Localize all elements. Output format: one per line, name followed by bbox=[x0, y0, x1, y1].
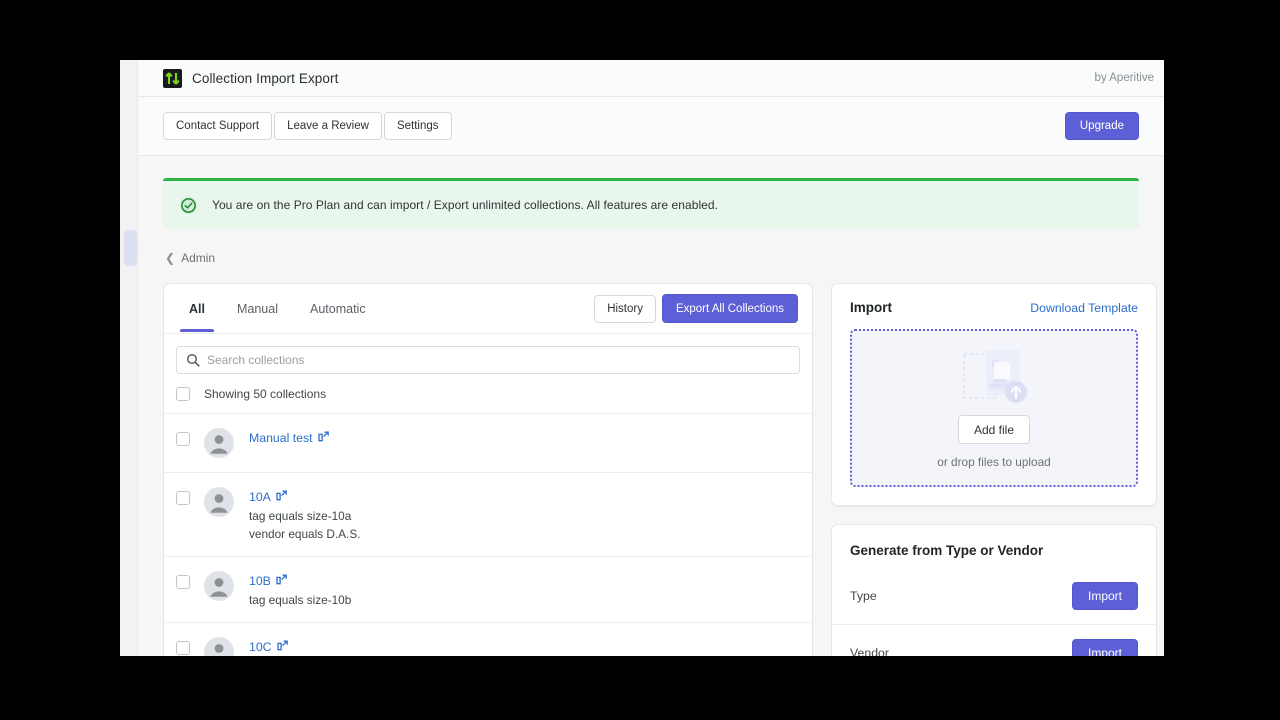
drop-files-hint: or drop files to upload bbox=[937, 455, 1050, 469]
history-button[interactable]: History bbox=[594, 295, 656, 323]
search-icon bbox=[186, 353, 200, 372]
table-row[interactable]: 10C bbox=[164, 623, 812, 656]
external-link-icon bbox=[277, 640, 288, 654]
app-title: Collection Import Export bbox=[192, 71, 338, 86]
check-circle-icon bbox=[179, 196, 198, 215]
tab-automatic[interactable]: Automatic bbox=[301, 286, 375, 331]
action-bar: Contact Support Leave a Review Settings … bbox=[138, 97, 1164, 156]
type-label: Type bbox=[850, 589, 877, 603]
table-row[interactable]: Manual test bbox=[164, 414, 812, 473]
collection-link[interactable]: 10C bbox=[249, 640, 288, 654]
plan-status-banner: You are on the Pro Plan and can import /… bbox=[163, 178, 1139, 229]
table-row[interactable]: 10B bbox=[164, 557, 812, 623]
collection-title: 10A bbox=[249, 490, 271, 504]
download-template-link[interactable]: Download Template bbox=[1030, 301, 1138, 315]
left-rail bbox=[120, 60, 138, 656]
drawer-handle[interactable] bbox=[124, 230, 137, 266]
file-upload-icon bbox=[946, 347, 1042, 411]
collections-tabs: All Manual Automatic History Export All … bbox=[164, 284, 812, 334]
generate-row-type: Type Import bbox=[832, 568, 1156, 624]
collection-title: 10B bbox=[249, 574, 271, 588]
settings-button[interactable]: Settings bbox=[384, 112, 452, 140]
avatar bbox=[204, 637, 234, 656]
collections-card: All Manual Automatic History Export All … bbox=[163, 283, 813, 656]
row-checkbox[interactable] bbox=[176, 491, 190, 505]
row-checkbox[interactable] bbox=[176, 641, 190, 655]
search-box[interactable] bbox=[176, 346, 800, 374]
import-card: Import Download Template bbox=[831, 283, 1157, 506]
row-content: 10B bbox=[249, 571, 351, 608]
export-all-collections-button[interactable]: Export All Collections bbox=[662, 294, 798, 323]
upgrade-button[interactable]: Upgrade bbox=[1065, 112, 1139, 140]
collection-link[interactable]: Manual test bbox=[249, 431, 329, 445]
side-column: Import Download Template bbox=[831, 283, 1157, 656]
app-viewport: Collection Import Export by Aperitive Co… bbox=[120, 60, 1164, 656]
import-card-header: Import Download Template bbox=[850, 300, 1138, 315]
table-row[interactable]: 10A bbox=[164, 473, 812, 557]
app-header: Collection Import Export by Aperitive bbox=[138, 60, 1164, 97]
file-dropzone[interactable]: Add file or drop files to upload bbox=[850, 329, 1138, 487]
add-file-button[interactable]: Add file bbox=[958, 415, 1030, 444]
leave-a-review-button[interactable]: Leave a Review bbox=[274, 112, 382, 140]
import-title: Import bbox=[850, 300, 892, 315]
showing-count-label: Showing 50 collections bbox=[204, 387, 326, 401]
generate-card-header: Generate from Type or Vendor bbox=[832, 525, 1156, 568]
collection-rule: tag equals size-10a bbox=[249, 509, 360, 524]
app-byline: by Aperitive bbox=[1095, 72, 1164, 84]
import-vendor-button[interactable]: Import bbox=[1072, 639, 1138, 657]
page-column: Collection Import Export by Aperitive Co… bbox=[138, 60, 1164, 656]
tab-all[interactable]: All bbox=[180, 286, 214, 331]
collection-title: Manual test bbox=[249, 431, 313, 445]
avatar bbox=[204, 571, 234, 601]
chevron-left-icon: ❮ bbox=[165, 252, 175, 264]
row-content: 10A bbox=[249, 487, 360, 542]
import-export-arrows-icon bbox=[163, 69, 182, 88]
generate-card: Generate from Type or Vendor Type Import… bbox=[831, 524, 1157, 656]
external-link-icon bbox=[318, 431, 329, 445]
plan-status-message: You are on the Pro Plan and can import /… bbox=[212, 198, 718, 212]
search-input[interactable] bbox=[207, 353, 799, 367]
collections-column: All Manual Automatic History Export All … bbox=[163, 283, 813, 656]
select-all-checkbox[interactable] bbox=[176, 387, 190, 401]
collection-rule: vendor equals D.A.S. bbox=[249, 527, 360, 542]
external-link-icon bbox=[276, 490, 287, 504]
import-type-button[interactable]: Import bbox=[1072, 582, 1138, 610]
breadcrumb[interactable]: ❮ Admin bbox=[165, 251, 215, 265]
screenshot-root: Collection Import Export by Aperitive Co… bbox=[0, 0, 1280, 720]
row-content: Manual test bbox=[249, 428, 329, 447]
breadcrumb-label: Admin bbox=[181, 251, 215, 265]
generate-row-vendor: Vendor Import bbox=[832, 624, 1156, 656]
collection-link[interactable]: 10A bbox=[249, 490, 287, 504]
row-checkbox[interactable] bbox=[176, 575, 190, 589]
contact-support-button[interactable]: Contact Support bbox=[163, 112, 272, 140]
tab-manual[interactable]: Manual bbox=[228, 286, 287, 331]
collection-title: 10C bbox=[249, 640, 272, 654]
row-checkbox[interactable] bbox=[176, 432, 190, 446]
external-link-icon bbox=[276, 574, 287, 588]
tabs-actions: History Export All Collections bbox=[594, 294, 798, 323]
page-body: You are on the Pro Plan and can import /… bbox=[138, 156, 1164, 656]
avatar bbox=[204, 487, 234, 517]
import-card-body: Import Download Template bbox=[832, 284, 1156, 505]
avatar bbox=[204, 428, 234, 458]
collection-rule: tag equals size-10b bbox=[249, 593, 351, 608]
row-content: 10C bbox=[249, 637, 351, 656]
generate-title: Generate from Type or Vendor bbox=[850, 543, 1043, 558]
collection-link[interactable]: 10B bbox=[249, 574, 287, 588]
select-all-row: Showing 50 collections bbox=[164, 374, 812, 414]
vendor-label: Vendor bbox=[850, 646, 889, 657]
content-columns: All Manual Automatic History Export All … bbox=[163, 283, 1139, 656]
search-area bbox=[164, 334, 812, 374]
